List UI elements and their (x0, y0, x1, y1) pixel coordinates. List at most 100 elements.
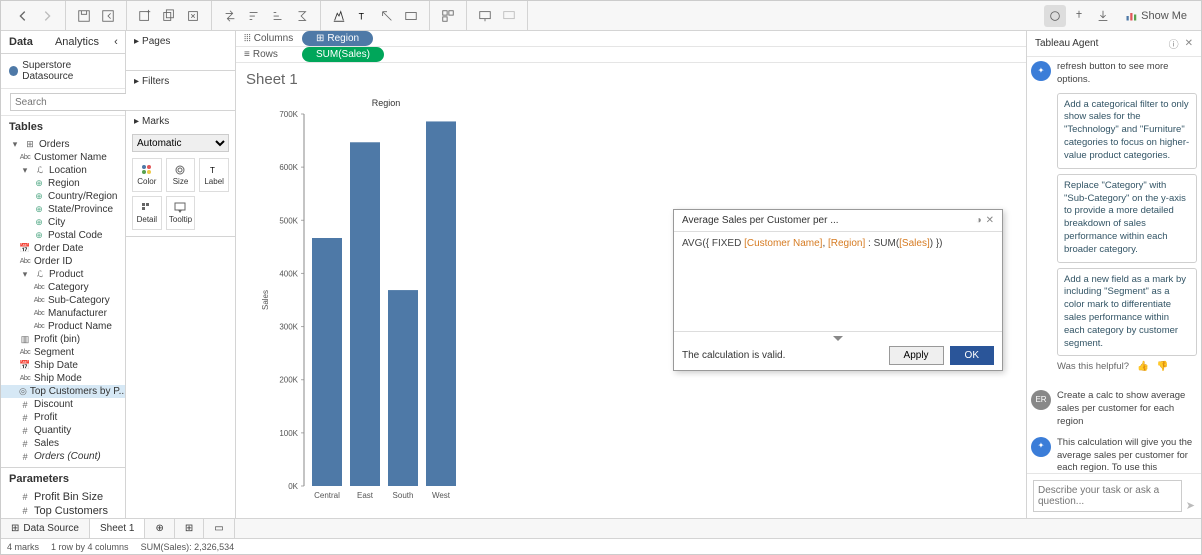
agent-close-icon[interactable]: ✕ (1185, 38, 1193, 49)
field-segment[interactable]: AbcSegment (1, 346, 125, 359)
field-manufacturer[interactable]: AbcManufacturer (1, 307, 125, 320)
chart-column-header: Region (296, 96, 476, 110)
format-icon[interactable] (376, 5, 398, 27)
agent-info-icon[interactable]: ⓘ (1169, 36, 1179, 51)
calc-formula[interactable]: AVG({ FIXED [Customer Name], [Region] : … (674, 232, 1002, 332)
swap-icon[interactable] (219, 5, 241, 27)
save-icon[interactable] (73, 5, 95, 27)
duplicate-icon[interactable] (158, 5, 180, 27)
field-sub-category[interactable]: AbcSub-Category (1, 294, 125, 307)
rows-label: ≡Rows (244, 49, 294, 60)
field-location[interactable]: ▾ℒLocation (1, 164, 125, 177)
pill-region[interactable]: ⊞Region (302, 31, 373, 46)
new-story-icon[interactable]: ▭ (204, 519, 234, 538)
field-ship-mode[interactable]: AbcShip Mode (1, 372, 125, 385)
calc-title: Average Sales per Customer per ... (682, 215, 972, 226)
sort-asc-icon[interactable] (243, 5, 265, 27)
mark-tooltip[interactable]: Tooltip (166, 196, 196, 230)
revert-icon[interactable] (97, 5, 119, 27)
field-product[interactable]: ▾ℒProduct (1, 268, 125, 281)
param-top-customers[interactable]: #Top Customers (1, 504, 125, 518)
datasource-row[interactable]: Superstore Datasource (1, 54, 125, 89)
new-worksheet-icon[interactable] (134, 5, 156, 27)
agent-prompt-input[interactable] (1033, 480, 1182, 512)
status-dims: 1 row by 4 columns (51, 542, 129, 552)
field-order-id[interactable]: AbcOrder ID (1, 255, 125, 268)
download-icon[interactable] (1092, 5, 1114, 27)
show-me-button[interactable]: Show Me (1115, 10, 1197, 22)
tab-data-source[interactable]: ⊞Data Source (1, 519, 90, 538)
status-bar: 4 marks 1 row by 4 columns SUM(Sales): 2… (1, 538, 1201, 554)
new-sheet-icon[interactable]: ⊕ (145, 519, 174, 538)
labels-icon[interactable]: T (352, 5, 374, 27)
field-product-name[interactable]: AbcProduct Name (1, 320, 125, 333)
field-discount[interactable]: #Discount (1, 398, 125, 411)
field-category[interactable]: AbcCategory (1, 281, 125, 294)
agent-suggestion-1[interactable]: Add a categorical filter to only show sa… (1057, 93, 1197, 169)
sort-desc-icon[interactable] (267, 5, 289, 27)
tab-data[interactable]: Data (1, 31, 47, 53)
agent-suggestion-3[interactable]: Add a new field as a mark by including "… (1057, 268, 1197, 357)
collapse-data-icon[interactable]: ‹ (107, 31, 125, 53)
totals-icon[interactable] (291, 5, 313, 27)
filters-shelf[interactable]: ▸Filters (126, 71, 235, 92)
svg-text:East: East (357, 491, 374, 500)
field-state-province[interactable]: ⊕State/Province (1, 203, 125, 216)
calc-apply-button[interactable]: Apply (889, 346, 944, 365)
field-postal-code[interactable]: ⊕Postal Code (1, 229, 125, 242)
clear-icon[interactable] (182, 5, 204, 27)
data-guide-icon[interactable] (1044, 5, 1066, 27)
svg-text:300K: 300K (279, 323, 298, 332)
back-icon[interactable] (12, 5, 34, 27)
svg-text:South: South (393, 491, 414, 500)
agent-intro-text: refresh button to see more options. (1057, 61, 1197, 87)
calc-ok-button[interactable]: OK (950, 346, 994, 365)
mark-color[interactable]: Color (132, 158, 162, 192)
svg-text:500K: 500K (279, 216, 298, 225)
field-orders-count[interactable]: #Orders (Count) (1, 450, 125, 463)
thumbs-up-icon[interactable]: 👍 (1137, 361, 1149, 374)
field-profit[interactable]: #Profit (1, 411, 125, 424)
marks-shelf[interactable]: ▸Marks (126, 111, 235, 132)
calc-close-icon[interactable]: ✕ (986, 215, 994, 226)
new-dashboard-icon[interactable]: ⊞ (175, 519, 204, 538)
pin-icon[interactable] (1068, 5, 1090, 27)
field-region[interactable]: ⊕Region (1, 177, 125, 190)
table-orders[interactable]: ▾⊞Orders (1, 138, 125, 151)
thumbs-down-icon[interactable]: 👎 (1157, 361, 1169, 374)
share-icon[interactable] (498, 5, 520, 27)
field-order-date[interactable]: 📅Order Date (1, 242, 125, 255)
mark-size[interactable]: Size (166, 158, 196, 192)
tab-analytics[interactable]: Analytics (47, 31, 107, 53)
viz-panel: ⦙⦙⦙Columns ⊞Region ≡Rows SUM(Sales) Shee… (236, 31, 1026, 518)
forward-icon[interactable] (36, 5, 58, 27)
cards-panel: ▸Pages ▸Filters ▸Marks Automatic Color S… (126, 31, 236, 518)
presentation-icon[interactable] (474, 5, 496, 27)
svg-text:T: T (359, 11, 365, 21)
svg-text:100K: 100K (279, 429, 298, 438)
mark-label[interactable]: TLabel (199, 158, 229, 192)
sheet-title[interactable]: Sheet 1 (236, 63, 1026, 96)
agent-send-icon[interactable]: ➤ (1186, 499, 1195, 512)
pages-shelf[interactable]: ▸Pages (126, 31, 235, 52)
field-profit-bin[interactable]: ▥Profit (bin) (1, 333, 125, 346)
tab-sheet-1[interactable]: Sheet 1 (90, 519, 145, 538)
field-country-region[interactable]: ⊕Country/Region (1, 190, 125, 203)
field-top-customers[interactable]: ◎Top Customers by P... (1, 385, 125, 398)
field-sales[interactable]: #Sales (1, 437, 125, 450)
calc-expand-icon[interactable]: ◑ (976, 215, 982, 226)
fit-icon[interactable] (400, 5, 422, 27)
mark-detail[interactable]: Detail (132, 196, 162, 230)
agent-suggestion-2[interactable]: Replace "Category" with "Sub-Category" o… (1057, 174, 1197, 263)
svg-text:200K: 200K (279, 376, 298, 385)
field-city[interactable]: ⊕City (1, 216, 125, 229)
marks-type-select[interactable]: Automatic (132, 134, 229, 152)
param-profit-bin-size[interactable]: #Profit Bin Size (1, 490, 125, 504)
pill-sum-sales[interactable]: SUM(Sales) (302, 47, 384, 62)
field-customer-name[interactable]: AbcCustomer Name (1, 151, 125, 164)
highlight-icon[interactable] (328, 5, 350, 27)
field-quantity[interactable]: #Quantity (1, 424, 125, 437)
cards-icon[interactable] (437, 5, 459, 27)
svg-text:700K: 700K (279, 110, 298, 119)
field-ship-date[interactable]: 📅Ship Date (1, 359, 125, 372)
